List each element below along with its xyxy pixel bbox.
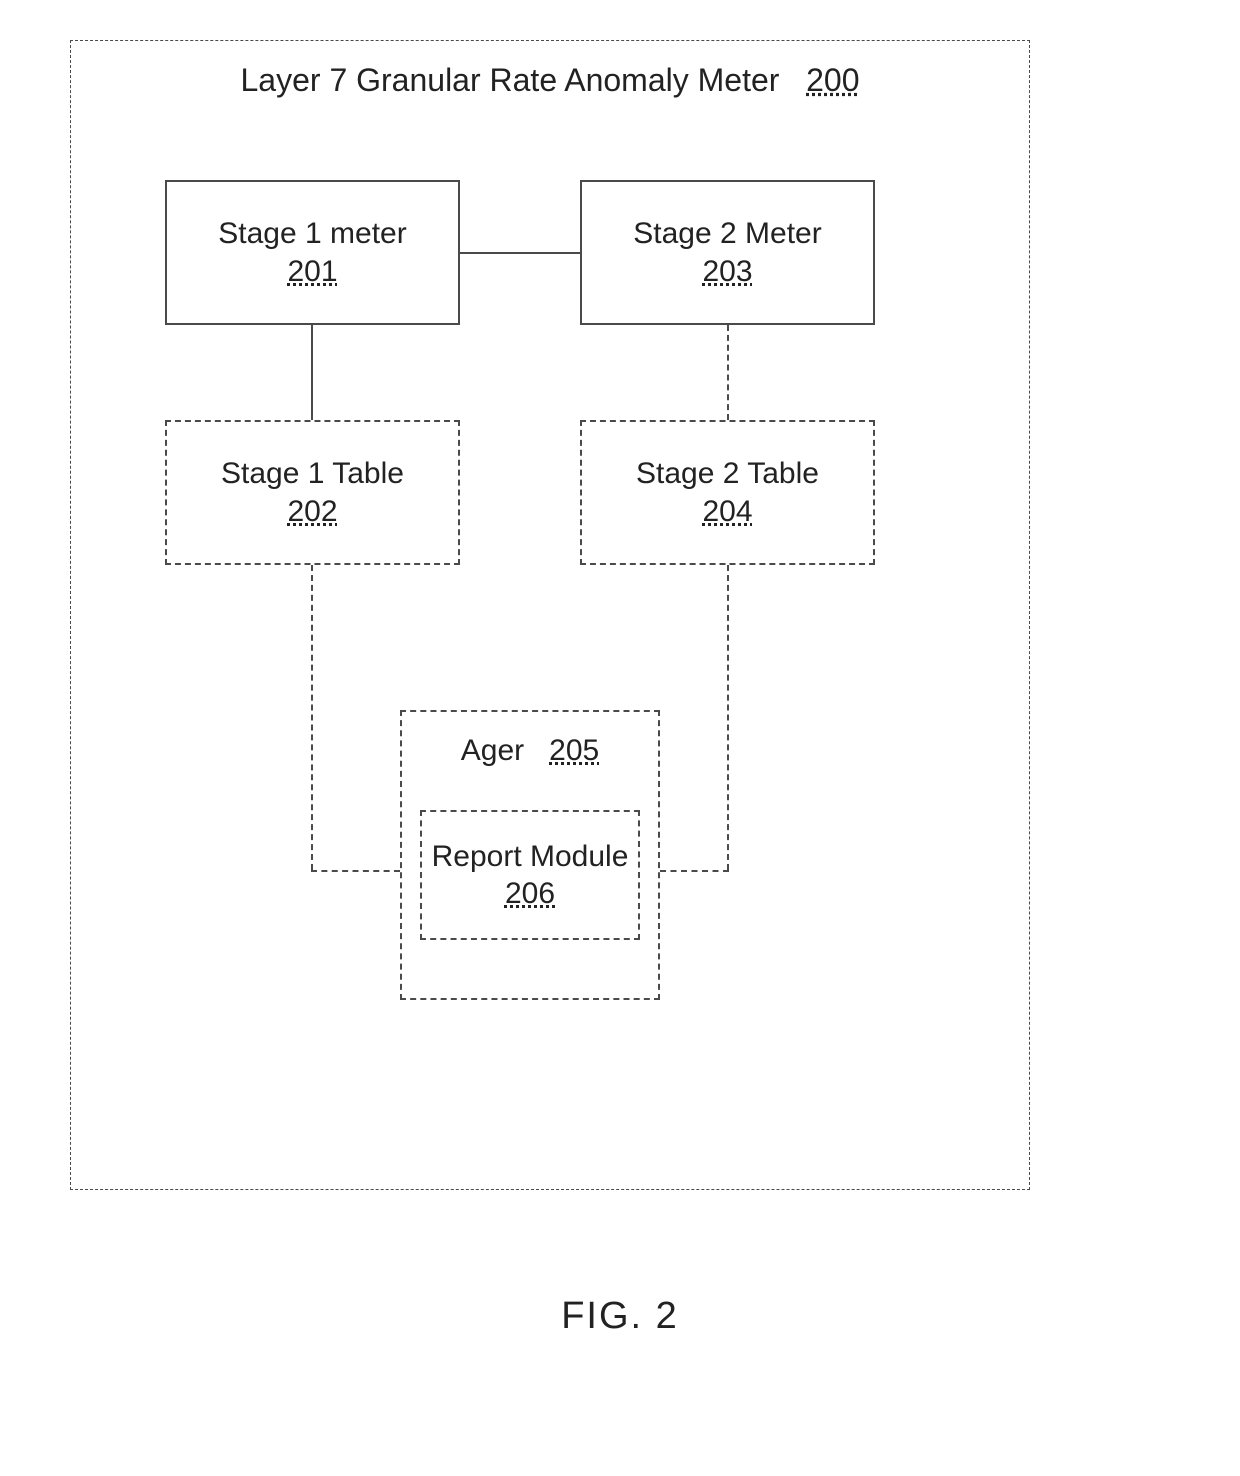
connector-stage2-to-ager-h [660, 870, 729, 872]
stage1-meter-label: Stage 1 meter [218, 215, 406, 253]
ager-title-row: Ager 205 [461, 732, 599, 770]
stage1-meter-ref: 201 [287, 253, 337, 291]
report-module-box: Report Module 206 [420, 810, 640, 940]
diagram-title: Layer 7 Granular Rate Anomaly Meter 200 [70, 62, 1030, 99]
ager-ref: 205 [549, 734, 599, 767]
connector-stage1-meter-to-table [311, 325, 313, 420]
report-module-ref: 206 [505, 875, 555, 913]
stage1-table-ref: 202 [287, 493, 337, 531]
connector-stage1-stage2 [460, 252, 580, 254]
stage1-table-label: Stage 1 Table [221, 455, 404, 493]
stage2-meter-label: Stage 2 Meter [633, 215, 821, 253]
connector-stage1-to-ager-h [311, 870, 400, 872]
stage1-meter-box: Stage 1 meter 201 [165, 180, 460, 325]
stage2-table-ref: 204 [702, 493, 752, 531]
diagram-canvas: Layer 7 Granular Rate Anomaly Meter 200 … [0, 0, 1240, 1476]
connector-stage2-meter-to-table [727, 325, 729, 420]
stage2-table-box: Stage 2 Table 204 [580, 420, 875, 565]
connector-stage1-table-down [311, 565, 313, 870]
diagram-title-ref: 200 [806, 62, 859, 98]
stage2-meter-ref: 203 [702, 253, 752, 291]
ager-label: Ager [461, 734, 524, 767]
stage2-meter-box: Stage 2 Meter 203 [580, 180, 875, 325]
report-module-label: Report Module [432, 838, 629, 876]
connector-stage2-table-down [727, 565, 729, 870]
figure-caption: FIG. 2 [0, 1295, 1240, 1338]
diagram-title-text: Layer 7 Granular Rate Anomaly Meter [241, 62, 780, 98]
stage2-table-label: Stage 2 Table [636, 455, 819, 493]
stage1-table-box: Stage 1 Table 202 [165, 420, 460, 565]
